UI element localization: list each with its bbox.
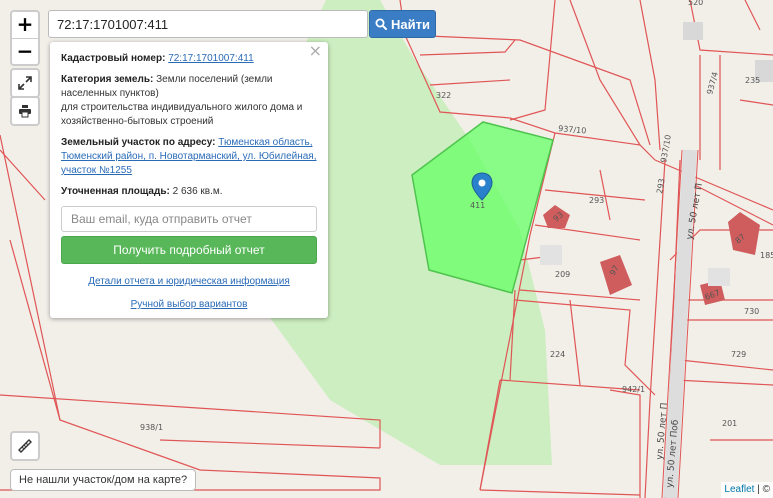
close-icon[interactable]: ×	[309, 43, 322, 59]
parcel-label: 201	[722, 419, 737, 428]
cadastral-number-row: Кадастровый номер: 72:17:1701007:411	[61, 52, 317, 66]
address-label: Земельный участок по адресу:	[61, 137, 216, 148]
search-icon	[375, 18, 388, 30]
area-label: Уточненная площадь:	[61, 186, 170, 197]
parcel-label: 942/1	[622, 385, 645, 394]
ruler-icon	[18, 439, 32, 453]
parcel-label: 729	[731, 350, 746, 359]
search-button[interactable]: Найти	[369, 10, 436, 38]
cadastral-number-label: Кадастровый номер:	[61, 53, 166, 64]
parcel-label: 209	[555, 270, 570, 279]
printer-icon	[19, 105, 31, 118]
zoom-in-button[interactable]: +	[12, 12, 38, 38]
report-details-link[interactable]: Детали отчета и юридическая информация	[61, 275, 317, 289]
address-row: Земельный участок по адресу: Тюменская о…	[61, 136, 317, 178]
area-row: Уточненная площадь: 2 636 кв.м.	[61, 185, 317, 199]
manual-selection-link[interactable]: Ручной выбор вариантов	[61, 298, 317, 312]
parcel-label: 322	[436, 91, 451, 100]
land-category-row: Категория земель: Земли поселений (земли…	[61, 73, 317, 129]
expand-icon	[18, 76, 32, 90]
parcel-label: 938/1	[140, 423, 163, 432]
parcel-label: 293	[589, 196, 604, 205]
area-value: 2 636 кв.м.	[172, 186, 223, 197]
get-report-button[interactable]: Получить подробный отчет	[61, 236, 317, 264]
parcel-label: 520	[688, 0, 703, 7]
not-found-button[interactable]: Не нашли участок/дом на карте?	[10, 469, 197, 491]
search-button-label: Найти	[391, 16, 430, 32]
cadastral-number-link[interactable]: 72:17:1701007:411	[168, 53, 253, 64]
parcel-label: 730	[744, 307, 759, 316]
email-field[interactable]	[61, 206, 317, 232]
zoom-out-button[interactable]: −	[12, 38, 38, 64]
zoom-control: + −	[10, 10, 40, 66]
map-attribution: Leaflet | ©	[721, 482, 773, 498]
land-usage-value: для строительства индивидуального жилого…	[61, 102, 303, 127]
parcel-info-panel: × Кадастровый номер: 72:17:1701007:411 К…	[50, 42, 328, 318]
land-category-label: Категория земель:	[61, 74, 154, 85]
cadastral-search-input[interactable]	[48, 10, 368, 38]
measure-button[interactable]	[10, 431, 40, 461]
parcel-label: 224	[550, 350, 565, 359]
fullscreen-button[interactable]	[10, 68, 40, 98]
leaflet-link[interactable]: Leaflet	[724, 484, 754, 495]
marker-label: 411	[470, 201, 485, 210]
parcel-label: 235	[745, 76, 760, 85]
print-button[interactable]	[10, 96, 40, 126]
attribution-copyright: ©	[762, 484, 770, 495]
parcel-label: 185	[760, 251, 773, 260]
attribution-separator: |	[757, 484, 760, 495]
